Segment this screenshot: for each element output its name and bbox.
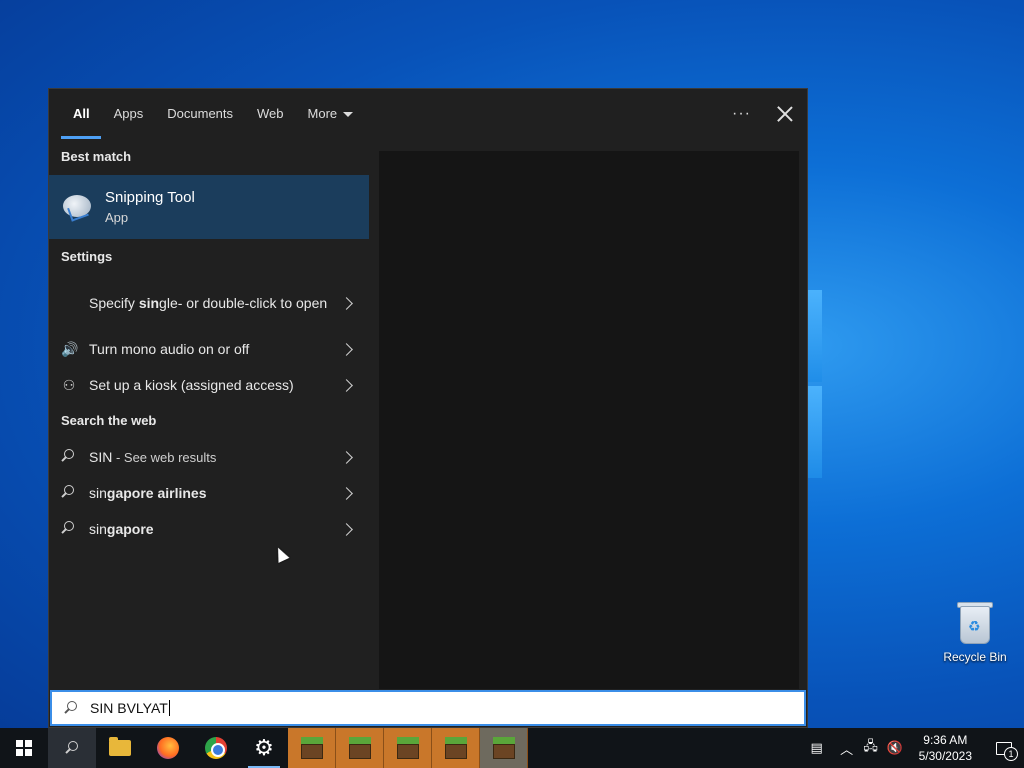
taskbar-minecraft-1[interactable] xyxy=(288,728,336,768)
clock[interactable]: 9:36 AM 5/30/2023 xyxy=(907,732,984,764)
recycle-bin[interactable]: ♻ Recycle Bin xyxy=(940,600,1010,664)
settings-item-kiosk[interactable]: ⚇ Set up a kiosk (assigned access) xyxy=(49,367,369,403)
settings-item-click-mode[interactable]: Specify single- or double-click to open xyxy=(49,275,369,331)
web-result-singapore-airlines[interactable]: singapore airlines xyxy=(49,475,369,511)
system-tray: ▤ ︿ 🖧 🔇 9:36 AM 5/30/2023 1 xyxy=(799,728,1024,768)
chrome-icon xyxy=(205,737,227,759)
clock-date: 5/30/2023 xyxy=(918,749,972,763)
best-match-item[interactable]: Snipping Tool App xyxy=(49,175,369,239)
search-panel: All Apps Documents Web More ··· Best mat… xyxy=(48,88,808,728)
search-tabs: All Apps Documents Web More ··· xyxy=(49,89,807,139)
tab-all[interactable]: All xyxy=(61,89,102,139)
chevron-right-icon xyxy=(340,378,353,392)
speaker-icon: 🔊 xyxy=(61,341,79,357)
network-icon[interactable]: 🖧 xyxy=(859,728,883,768)
folder-icon xyxy=(109,737,131,756)
minecraft-icon xyxy=(492,737,515,759)
taskbar-minecraft-5[interactable] xyxy=(480,728,528,768)
search-input-value: SIN BVLYAT xyxy=(90,700,168,716)
windows-logo-pane xyxy=(808,386,822,478)
chevron-right-icon xyxy=(340,522,353,536)
web-result-sin[interactable]: SIN - See web results xyxy=(49,439,369,475)
minecraft-icon xyxy=(300,737,323,759)
results-list: Best match Snipping Tool App Settings Sp… xyxy=(49,139,369,689)
gear-icon: ⚙ xyxy=(254,735,274,760)
section-best-match: Best match xyxy=(61,149,132,164)
minecraft-icon xyxy=(396,737,419,759)
taskbar-minecraft-4[interactable] xyxy=(432,728,480,768)
news-icon[interactable]: ▤ xyxy=(799,728,835,768)
taskbar-minecraft-3[interactable] xyxy=(384,728,432,768)
recycle-bin-label: Recycle Bin xyxy=(943,650,1007,664)
preview-pane xyxy=(379,151,799,689)
minecraft-icon xyxy=(348,737,371,759)
search-icon xyxy=(64,701,78,715)
taskbar-search-button[interactable] xyxy=(48,728,96,768)
search-icon xyxy=(61,485,75,499)
taskbar-file-explorer[interactable] xyxy=(96,728,144,768)
close-icon[interactable] xyxy=(777,106,793,122)
notification-badge: 1 xyxy=(1004,747,1018,761)
taskbar-firefox[interactable] xyxy=(144,728,192,768)
taskbar-settings[interactable]: ⚙ xyxy=(240,728,288,768)
clock-time: 9:36 AM xyxy=(923,733,968,747)
chevron-right-icon xyxy=(340,450,353,464)
best-match-title: Snipping Tool xyxy=(105,189,195,206)
chevron-right-icon xyxy=(340,486,353,500)
taskbar-minecraft-2[interactable] xyxy=(336,728,384,768)
search-icon xyxy=(61,521,75,535)
tab-web[interactable]: Web xyxy=(245,89,296,139)
chevron-down-icon xyxy=(343,112,354,118)
windows-logo-pane xyxy=(808,290,822,382)
tab-documents[interactable]: Documents xyxy=(155,89,245,139)
windows-icon xyxy=(16,740,32,756)
minecraft-icon xyxy=(444,737,467,759)
chevron-right-icon xyxy=(340,342,353,356)
volume-muted-icon[interactable]: 🔇 xyxy=(883,728,907,768)
recycle-bin-icon: ♻ xyxy=(956,600,994,644)
start-button[interactable] xyxy=(0,728,48,768)
firefox-icon xyxy=(157,737,179,759)
tab-apps[interactable]: Apps xyxy=(102,89,156,139)
chevron-right-icon xyxy=(340,296,353,310)
web-result-singapore[interactable]: singapore xyxy=(49,511,369,547)
section-search-web: Search the web xyxy=(61,413,157,428)
taskbar-chrome[interactable] xyxy=(192,728,240,768)
best-match-subtitle: App xyxy=(105,210,129,225)
tab-more[interactable]: More xyxy=(296,89,366,139)
chevron-up-icon[interactable]: ︿ xyxy=(835,728,859,768)
section-settings: Settings xyxy=(61,249,113,264)
action-center-button[interactable]: 1 xyxy=(984,728,1024,768)
taskbar: ⚙ ▤ ︿ 🖧 🔇 9:36 AM 5/30/2023 1 xyxy=(0,728,1024,768)
more-options-icon[interactable]: ··· xyxy=(732,105,751,123)
settings-item-mono-audio[interactable]: 🔊 Turn mono audio on or off xyxy=(49,331,369,367)
search-icon xyxy=(61,449,75,463)
search-input[interactable]: SIN BVLYAT xyxy=(50,690,806,726)
search-icon xyxy=(65,741,79,755)
person-icon: ⚇ xyxy=(62,377,76,393)
snipping-tool-icon xyxy=(61,191,93,223)
